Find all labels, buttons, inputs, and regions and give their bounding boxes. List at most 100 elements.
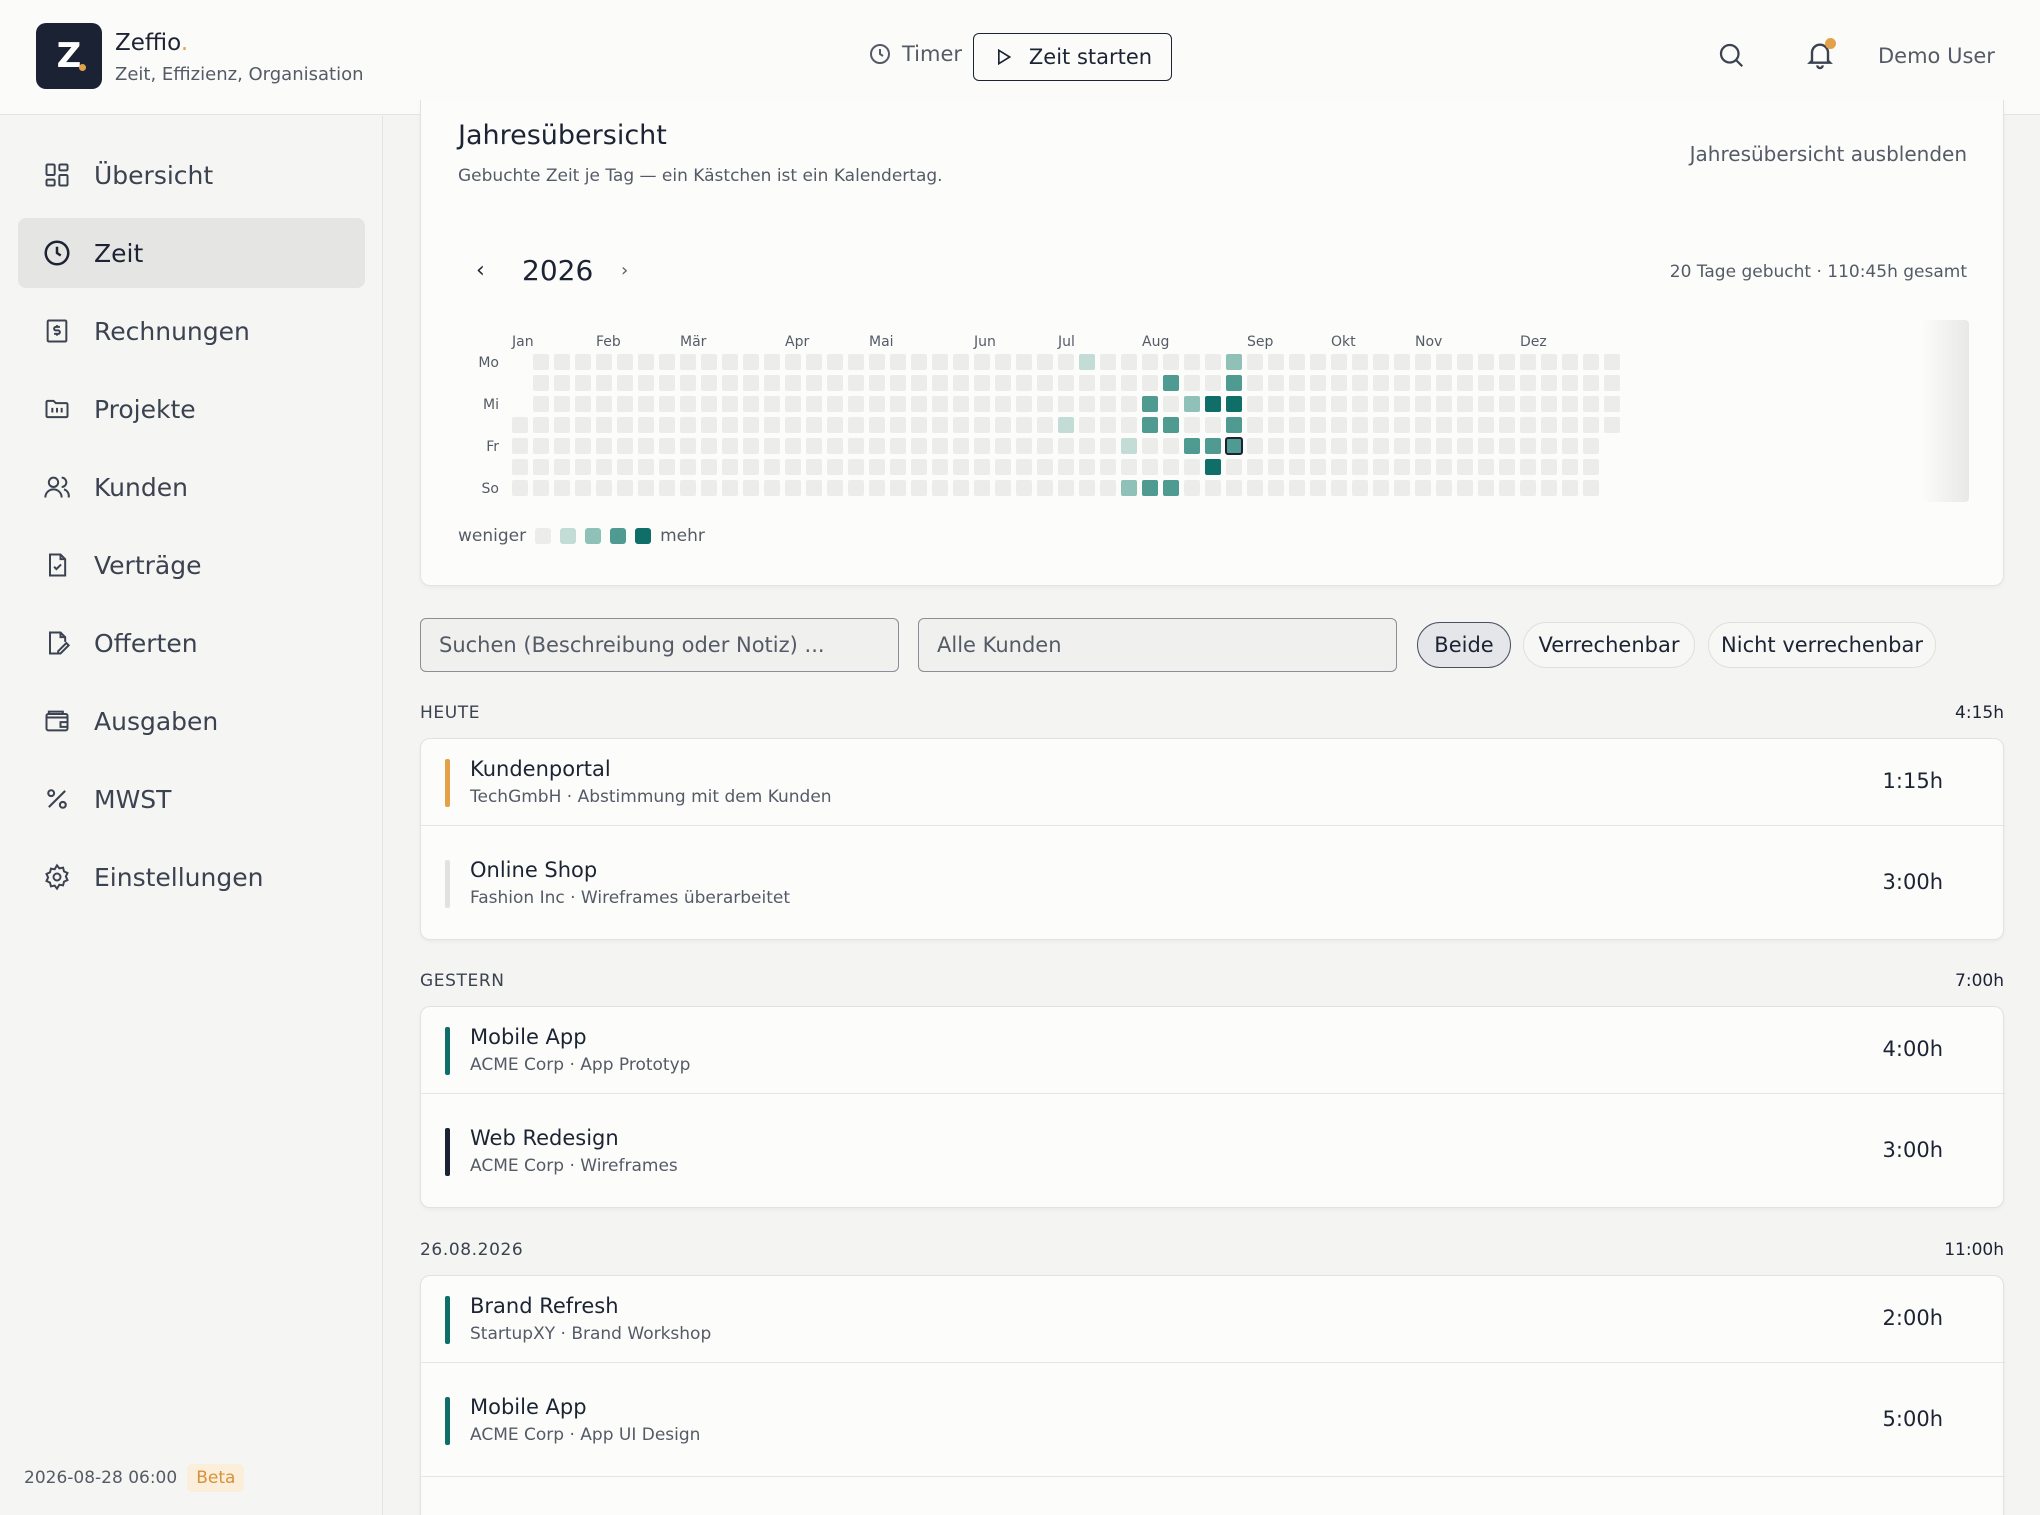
heatmap-day-cell[interactable] xyxy=(1310,438,1326,454)
heatmap-day-cell[interactable] xyxy=(806,480,822,496)
heatmap-day-cell[interactable] xyxy=(680,375,696,391)
heatmap-day-cell[interactable] xyxy=(1037,396,1053,412)
heatmap-day-cell[interactable] xyxy=(575,417,591,433)
heatmap-day-cell[interactable] xyxy=(932,417,948,433)
heatmap-day-cell[interactable] xyxy=(848,459,864,475)
user-menu[interactable]: Demo User xyxy=(1878,44,1995,68)
heatmap-day-cell[interactable] xyxy=(848,375,864,391)
heatmap-day-cell[interactable] xyxy=(1478,354,1494,370)
heatmap-day-cell[interactable] xyxy=(554,480,570,496)
heatmap-day-cell[interactable] xyxy=(1604,396,1620,412)
heatmap-day-cell[interactable] xyxy=(1478,375,1494,391)
heatmap-day-cell[interactable] xyxy=(1604,417,1620,433)
heatmap-day-cell[interactable] xyxy=(575,459,591,475)
heatmap-day-cell[interactable] xyxy=(596,459,612,475)
heatmap-day-cell[interactable] xyxy=(512,480,528,496)
heatmap-day-cell[interactable] xyxy=(1436,354,1452,370)
time-entry[interactable]: Online Shop Fashion Inc · Wireframes übe… xyxy=(421,825,2005,940)
heatmap-day-cell[interactable] xyxy=(1562,480,1578,496)
heatmap-day-cell[interactable] xyxy=(1310,480,1326,496)
heatmap-day-cell[interactable] xyxy=(848,480,864,496)
heatmap-day-cell[interactable] xyxy=(1037,375,1053,391)
heatmap-day-cell[interactable] xyxy=(869,375,885,391)
sidebar-item-mwst[interactable]: MWST xyxy=(18,764,365,834)
heatmap-day-cell[interactable] xyxy=(512,417,528,433)
heatmap-day-cell[interactable] xyxy=(1457,375,1473,391)
heatmap-day-cell[interactable] xyxy=(1415,480,1431,496)
heatmap-day-cell[interactable] xyxy=(1016,375,1032,391)
heatmap-day-cell[interactable] xyxy=(575,480,591,496)
heatmap-day-cell[interactable] xyxy=(533,375,549,391)
heatmap-day-cell[interactable] xyxy=(638,459,654,475)
heatmap-day-cell[interactable] xyxy=(1562,417,1578,433)
heatmap-day-cell[interactable] xyxy=(722,354,738,370)
heatmap-day-cell[interactable] xyxy=(1247,438,1263,454)
heatmap-day-cell[interactable] xyxy=(932,459,948,475)
heatmap-day-cell[interactable] xyxy=(1100,417,1116,433)
heatmap-day-cell[interactable] xyxy=(512,438,528,454)
heatmap-day-cell[interactable] xyxy=(1415,438,1431,454)
heatmap-day-cell[interactable] xyxy=(890,396,906,412)
heatmap-day-cell[interactable] xyxy=(1499,438,1515,454)
heatmap-day-cell[interactable] xyxy=(1079,354,1095,370)
heatmap-day-cell[interactable] xyxy=(1520,375,1536,391)
heatmap-day-cell[interactable] xyxy=(827,459,843,475)
heatmap-day-cell[interactable] xyxy=(1373,375,1389,391)
heatmap-day-cell[interactable] xyxy=(680,480,696,496)
heatmap-day-cell[interactable] xyxy=(1016,480,1032,496)
heatmap-day-cell[interactable] xyxy=(743,354,759,370)
heatmap-day-cell[interactable] xyxy=(1373,459,1389,475)
heatmap-day-cell[interactable] xyxy=(554,438,570,454)
heatmap-day-cell[interactable] xyxy=(659,417,675,433)
heatmap-day-cell[interactable] xyxy=(1205,459,1221,475)
heatmap-day-cell[interactable] xyxy=(680,459,696,475)
heatmap-day-cell[interactable] xyxy=(911,459,927,475)
heatmap-day-cell[interactable] xyxy=(596,375,612,391)
heatmap-day-cell[interactable] xyxy=(1373,354,1389,370)
heatmap-day-cell[interactable] xyxy=(1457,459,1473,475)
sidebar-item-einstellungen[interactable]: Einstellungen xyxy=(18,842,365,912)
heatmap-day-cell[interactable] xyxy=(1520,396,1536,412)
heatmap-day-cell[interactable] xyxy=(1562,459,1578,475)
heatmap-day-cell[interactable] xyxy=(701,375,717,391)
heatmap-day-cell[interactable] xyxy=(1604,375,1620,391)
heatmap-day-cell[interactable] xyxy=(743,459,759,475)
heatmap-day-cell[interactable] xyxy=(1457,438,1473,454)
heatmap-day-cell[interactable] xyxy=(701,354,717,370)
heatmap-day-cell[interactable] xyxy=(680,354,696,370)
heatmap-day-cell[interactable] xyxy=(1205,375,1221,391)
heatmap-day-cell[interactable] xyxy=(1394,438,1410,454)
heatmap-day-cell[interactable] xyxy=(1415,375,1431,391)
heatmap-day-cell[interactable] xyxy=(1373,480,1389,496)
heatmap-day-cell[interactable] xyxy=(1268,438,1284,454)
heatmap-day-cell[interactable] xyxy=(1310,354,1326,370)
heatmap-day-cell[interactable] xyxy=(1457,354,1473,370)
heatmap-day-cell[interactable] xyxy=(638,480,654,496)
heatmap-day-cell[interactable] xyxy=(1058,396,1074,412)
logo[interactable]: Z xyxy=(36,23,102,89)
heatmap-day-cell[interactable] xyxy=(1058,438,1074,454)
sidebar-item-kunden[interactable]: Kunden xyxy=(18,452,365,522)
heatmap-day-cell[interactable] xyxy=(617,417,633,433)
heatmap-day-cell[interactable] xyxy=(722,375,738,391)
heatmap-day-cell[interactable] xyxy=(638,354,654,370)
heatmap-day-cell[interactable] xyxy=(659,375,675,391)
heatmap-day-cell[interactable] xyxy=(617,480,633,496)
heatmap-day-cell[interactable] xyxy=(1184,438,1200,454)
heatmap-day-cell[interactable] xyxy=(1184,396,1200,412)
heatmap-day-cell[interactable] xyxy=(617,438,633,454)
heatmap-day-cell[interactable] xyxy=(932,438,948,454)
heatmap-day-cell[interactable] xyxy=(827,480,843,496)
heatmap-day-cell[interactable] xyxy=(974,438,990,454)
heatmap-day-cell[interactable] xyxy=(869,396,885,412)
heatmap-day-cell[interactable] xyxy=(680,396,696,412)
heatmap-day-cell[interactable] xyxy=(659,459,675,475)
heatmap-day-cell[interactable] xyxy=(533,438,549,454)
heatmap-day-cell[interactable] xyxy=(974,375,990,391)
heatmap-day-cell[interactable] xyxy=(701,459,717,475)
heatmap-day-cell[interactable] xyxy=(869,417,885,433)
heatmap-day-cell[interactable] xyxy=(827,438,843,454)
heatmap-day-cell[interactable] xyxy=(1478,459,1494,475)
heatmap-day-cell[interactable] xyxy=(638,396,654,412)
heatmap-day-cell[interactable] xyxy=(596,354,612,370)
